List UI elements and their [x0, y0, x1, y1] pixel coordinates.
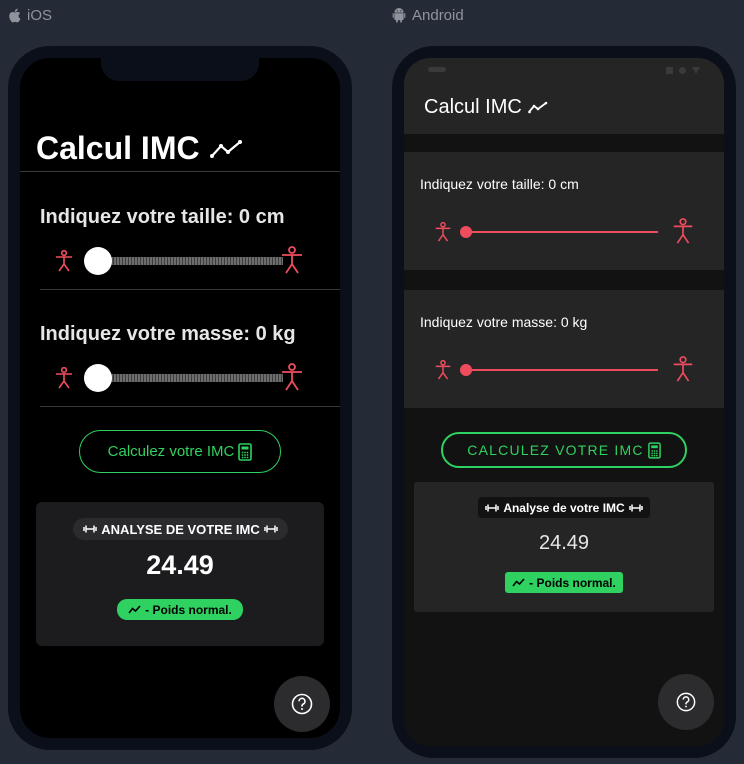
ios-screen: Calcul IMC Indiquez votre taille: 0 cm I… — [20, 58, 340, 738]
ios-bmi-value: 24.49 — [146, 550, 214, 580]
android-status-bar — [404, 58, 724, 82]
android-mass-card: Indiquez votre masse: 0 kg — [404, 290, 724, 408]
android-icon — [392, 8, 406, 23]
person-small-icon — [435, 222, 451, 242]
android-height-label: Indiquez votre taille: 0 cm — [420, 176, 579, 192]
android-title-text: Calcul IMC — [424, 96, 522, 118]
fitness-icon — [628, 504, 643, 511]
ios-analysis-title: ANALYSE DE VOTRE IMC — [101, 521, 260, 537]
ios-divider — [40, 406, 340, 407]
ios-height-slider[interactable] — [55, 246, 303, 276]
title-divider — [20, 171, 340, 172]
ios-mass-label: Indiquez votre masse: 0 kg — [40, 323, 296, 345]
status-square-icon — [666, 67, 673, 74]
ios-result-card: ANALYSE DE VOTRE IMC 24.49 - Poids norma… — [36, 502, 324, 646]
ios-help-button[interactable] — [274, 676, 330, 732]
ios-calculate-label: Calculez votre IMC — [107, 443, 235, 460]
ios-notch — [101, 58, 259, 81]
android-analysis-header: Analyse de votre IMC — [478, 497, 650, 518]
android-page-title: Calcul IMC — [424, 96, 548, 119]
ios-mass-track — [105, 374, 283, 382]
trending-icon — [128, 605, 141, 614]
android-help-button[interactable] — [658, 674, 714, 730]
fitness-icon — [83, 525, 98, 533]
android-platform-text: Android — [412, 7, 464, 24]
android-calculate-button[interactable]: CALCULEZ VOTRE IMC — [441, 432, 687, 468]
ios-calculate-button[interactable]: Calculez votre IMC — [79, 430, 281, 473]
ios-page-title: Calcul IMC — [36, 130, 242, 167]
help-icon — [676, 692, 696, 712]
ios-phone-frame: Calcul IMC Indiquez votre taille: 0 cm I… — [8, 46, 352, 750]
person-large-icon — [673, 218, 693, 244]
ios-mass-thumb[interactable] — [84, 364, 112, 392]
trending-icon — [512, 578, 525, 587]
calculator-icon — [238, 442, 253, 461]
calculator-icon — [647, 441, 661, 459]
ios-title-text: Calcul IMC — [36, 130, 200, 166]
status-circle-icon — [679, 67, 686, 74]
android-height-track — [464, 231, 658, 233]
person-small-icon — [56, 367, 72, 389]
ios-status-text: - Poids normal. — [145, 602, 232, 617]
android-height-slider[interactable] — [434, 218, 694, 246]
android-mass-label: Indiquez votre masse: 0 kg — [420, 314, 588, 330]
android-mass-track — [464, 369, 658, 371]
android-bmi-value: 24.49 — [538, 532, 590, 554]
android-height-thumb[interactable] — [460, 226, 472, 238]
android-mass-slider[interactable] — [434, 356, 694, 384]
ios-platform-label: iOS — [8, 7, 52, 24]
ios-platform-text: iOS — [27, 7, 53, 24]
ios-height-track — [105, 257, 283, 265]
android-phone-frame: Calcul IMC Indiquez votre taille: 0 cm I… — [392, 46, 736, 758]
help-icon — [291, 693, 313, 715]
trending-icon — [527, 101, 548, 114]
person-large-icon — [282, 363, 302, 391]
fitness-icon — [263, 525, 278, 533]
ios-analysis-header: ANALYSE DE VOTRE IMC — [73, 518, 288, 540]
ios-mass-slider[interactable] — [55, 363, 303, 393]
android-height-card: Indiquez votre taille: 0 cm — [404, 152, 724, 270]
apple-icon — [9, 8, 21, 23]
android-status-text: - Poids normal. — [529, 575, 616, 590]
person-large-icon — [282, 246, 302, 274]
ios-divider — [40, 289, 340, 290]
ios-status-badge: - Poids normal. — [117, 599, 243, 620]
android-result-card: Analyse de votre IMC 24.49 - Poids norma… — [414, 482, 714, 612]
fitness-icon — [485, 504, 500, 511]
person-large-icon — [673, 356, 693, 382]
status-pill — [428, 67, 446, 72]
android-mass-thumb[interactable] — [460, 364, 472, 376]
person-small-icon — [435, 360, 451, 380]
trending-icon — [209, 139, 242, 158]
android-analysis-title: Analyse de votre IMC — [503, 500, 625, 515]
ios-height-thumb[interactable] — [84, 247, 112, 275]
android-platform-label: Android — [392, 7, 464, 24]
android-status-badge: - Poids normal. — [505, 572, 623, 593]
status-triangle-icon — [692, 67, 700, 74]
ios-height-label: Indiquez votre taille: 0 cm — [40, 206, 285, 228]
android-calculate-label: CALCULEZ VOTRE IMC — [467, 442, 644, 458]
android-screen: Calcul IMC Indiquez votre taille: 0 cm I… — [404, 58, 724, 746]
person-small-icon — [56, 250, 72, 272]
